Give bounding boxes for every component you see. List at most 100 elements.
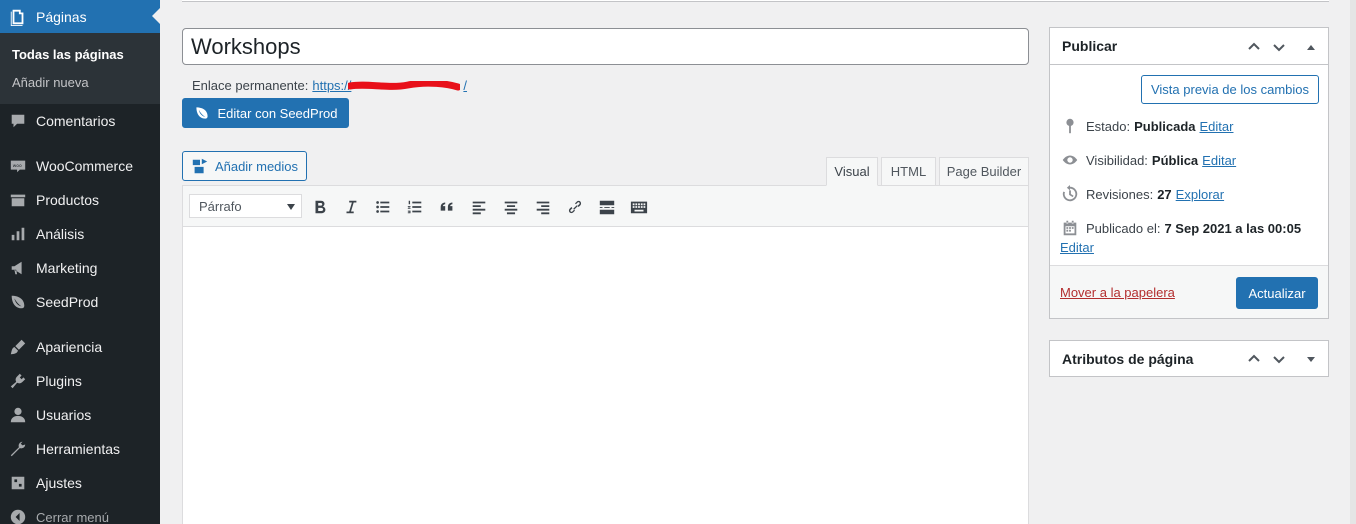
move-down-button[interactable]: [1266, 28, 1292, 65]
collapse-menu-button[interactable]: Cerrar menú: [0, 506, 160, 524]
permalink-url-text: https://: [312, 78, 352, 93]
status-value: Publicada: [1134, 118, 1196, 134]
post-title-input[interactable]: Workshops: [182, 28, 1029, 65]
editor-content-area[interactable]: [183, 227, 1028, 524]
sidebar-item-label: Ajustes: [36, 475, 82, 491]
move-up-button[interactable]: [1241, 341, 1267, 376]
sidebar-item-analisis[interactable]: Análisis: [0, 217, 160, 251]
sidebar-item-comentarios[interactable]: Comentarios: [0, 104, 160, 138]
sidebar-item-plugins[interactable]: Plugins: [0, 364, 160, 398]
chevron-down-icon: [287, 204, 295, 210]
settings-icon: [0, 474, 36, 492]
published-value: 7 Sep 2021 a las 00:05: [1164, 220, 1302, 236]
visibility-row: Visibilidad: Pública Editar: [1060, 150, 1236, 170]
sidebar-item-usuarios[interactable]: Usuarios: [0, 398, 160, 432]
move-to-trash-link[interactable]: Mover a la papelera: [1060, 285, 1175, 300]
sidebar-item-woocommerce[interactable]: woo WooCommerce: [0, 149, 160, 183]
insert-link-button[interactable]: [562, 194, 588, 220]
align-center-button[interactable]: [498, 194, 524, 220]
notice-strip: [182, 0, 1329, 2]
submenu-add-new[interactable]: Añadir nueva: [12, 75, 89, 90]
sidebar-item-label: WooCommerce: [36, 158, 133, 174]
tab-html[interactable]: HTML: [881, 157, 936, 186]
align-left-button[interactable]: [466, 194, 492, 220]
triangle-down-icon: [1307, 356, 1315, 362]
pages-submenu: Todas las páginas Añadir nueva: [0, 33, 160, 104]
history-icon: [1060, 184, 1080, 204]
toolbar-toggle-button[interactable]: [626, 194, 652, 220]
window-scrollbar[interactable]: [1350, 0, 1356, 524]
tab-visual-label: Visual: [834, 164, 870, 179]
sidebar-item-seedprod[interactable]: SeedProd: [0, 285, 160, 319]
tab-page-builder-label: Page Builder: [946, 164, 1022, 179]
bullet-list-icon: [376, 201, 390, 213]
bullet-list-button[interactable]: [370, 194, 396, 220]
read-more-button[interactable]: [594, 194, 620, 220]
collapse-menu-label: Cerrar menú: [36, 509, 109, 524]
pin-icon: [1060, 116, 1080, 136]
align-left-icon: [472, 201, 486, 215]
sidebar-item-productos[interactable]: Productos: [0, 183, 160, 217]
align-right-button[interactable]: [530, 194, 556, 220]
editor-toolbar: Párrafo: [183, 186, 1028, 227]
edit-date-link[interactable]: Editar: [1060, 240, 1094, 255]
chevron-down-icon: [1273, 355, 1285, 363]
toggle-panel-button[interactable]: [1298, 341, 1324, 376]
sidebar-item-ajustes[interactable]: Ajustes: [0, 466, 160, 500]
sidebar-item-label: Páginas: [36, 8, 87, 25]
edit-visibility-link[interactable]: Editar: [1202, 153, 1236, 168]
blockquote-button[interactable]: [434, 194, 460, 220]
chevron-up-icon: [1248, 354, 1260, 362]
move-down-button[interactable]: [1266, 341, 1292, 376]
chevron-up-icon: [1248, 42, 1260, 50]
update-button[interactable]: Actualizar: [1236, 277, 1318, 309]
sidebar-item-label: Usuarios: [36, 407, 92, 423]
woocommerce-icon: woo: [0, 157, 36, 175]
toggle-panel-button[interactable]: [1298, 28, 1324, 65]
add-media-button[interactable]: Añadir medios: [182, 151, 307, 181]
italic-button[interactable]: [338, 194, 364, 220]
sidebar-item-herramientas[interactable]: Herramientas: [0, 432, 160, 466]
align-right-icon: [536, 201, 550, 215]
page-attributes-box: Atributos de página: [1049, 340, 1329, 377]
sidebar-item-paginas[interactable]: Páginas: [0, 0, 160, 33]
italic-icon: [346, 200, 357, 214]
toolbar-toggle-icon: [630, 201, 648, 214]
tab-visual[interactable]: Visual: [826, 157, 878, 186]
sidebar-item-label: Análisis: [36, 226, 85, 242]
permalink-row: Enlace permanente: https:// /: [192, 78, 467, 93]
page-attributes-header[interactable]: Atributos de página: [1050, 341, 1328, 376]
sidebar-item-marketing[interactable]: Marketing: [0, 251, 160, 285]
comments-icon: [0, 112, 36, 130]
numbered-list-icon: [407, 200, 422, 214]
permalink-url[interactable]: https:// /: [312, 78, 467, 93]
edit-status-link[interactable]: Editar: [1200, 119, 1234, 134]
revisions-row: Revisiones: 27 Explorar: [1060, 184, 1224, 204]
edit-with-seedprod-button[interactable]: Editar con SeedProd: [182, 98, 349, 128]
status-row: Estado: Publicada Editar: [1060, 116, 1233, 136]
published-label: Publicado el:: [1086, 220, 1161, 236]
preview-changes-button[interactable]: Vista previa de los cambios: [1141, 75, 1319, 104]
visibility-value: Pública: [1151, 152, 1199, 168]
bold-button[interactable]: [307, 194, 333, 220]
pages-icon: [0, 8, 36, 26]
numbered-list-button[interactable]: [402, 194, 428, 220]
sidebar-item-label: Apariencia: [36, 339, 103, 355]
sidebar-item-label: Productos: [36, 192, 100, 208]
sidebar-item-apariencia[interactable]: Apariencia: [0, 330, 160, 364]
page-attributes-title: Atributos de página: [1062, 350, 1194, 367]
products-icon: [0, 191, 36, 209]
sidebar-item-label: SeedProd: [36, 294, 99, 310]
collapse-arrow-icon: [0, 509, 36, 524]
sidebar-item-label: Marketing: [36, 260, 98, 276]
blockquote-icon: [440, 202, 453, 211]
tab-page-builder[interactable]: Page Builder: [939, 157, 1029, 186]
permalink-url-tail: /: [463, 78, 468, 93]
move-up-button[interactable]: [1241, 28, 1267, 65]
format-select[interactable]: Párrafo: [189, 194, 302, 218]
submenu-all-pages[interactable]: Todas las páginas: [12, 47, 124, 62]
plug-icon: [0, 372, 36, 390]
sidebar-item-label: Comentarios: [36, 113, 116, 129]
triangle-up-icon: [1307, 44, 1315, 50]
explore-revisions-link[interactable]: Explorar: [1176, 187, 1224, 202]
